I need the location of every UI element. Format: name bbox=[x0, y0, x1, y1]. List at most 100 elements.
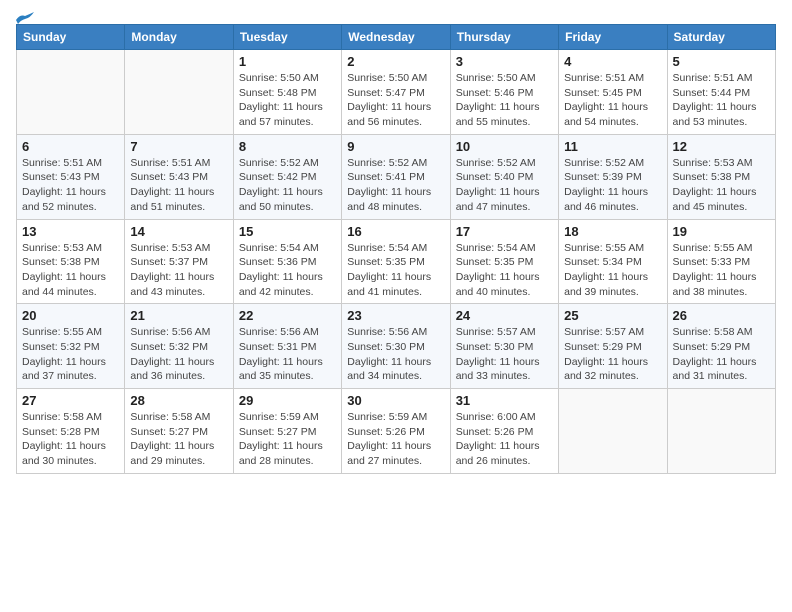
calendar-cell: 8 Sunrise: 5:52 AM Sunset: 5:42 PM Daylig… bbox=[233, 134, 341, 219]
calendar-cell: 10 Sunrise: 5:52 AM Sunset: 5:40 PM Dayli… bbox=[450, 134, 558, 219]
day-number: 29 bbox=[239, 393, 336, 408]
day-number: 7 bbox=[130, 139, 227, 154]
column-header-wednesday: Wednesday bbox=[342, 25, 450, 50]
day-number: 31 bbox=[456, 393, 553, 408]
day-number: 15 bbox=[239, 224, 336, 239]
day-number: 16 bbox=[347, 224, 444, 239]
day-number: 6 bbox=[22, 139, 119, 154]
calendar-cell: 25 Sunrise: 5:57 AM Sunset: 5:29 PM Dayli… bbox=[559, 304, 667, 389]
day-number: 21 bbox=[130, 308, 227, 323]
day-info: Sunrise: 5:53 AM Sunset: 5:38 PM Dayligh… bbox=[673, 156, 770, 215]
day-info: Sunrise: 5:54 AM Sunset: 5:35 PM Dayligh… bbox=[347, 241, 444, 300]
calendar-cell: 21 Sunrise: 5:56 AM Sunset: 5:32 PM Dayli… bbox=[125, 304, 233, 389]
calendar-cell: 15 Sunrise: 5:54 AM Sunset: 5:36 PM Dayli… bbox=[233, 219, 341, 304]
calendar-cell: 29Sunrise: 5:59 AM Sunset: 5:27 PM Dayli… bbox=[233, 389, 341, 474]
calendar-cell: 9 Sunrise: 5:52 AM Sunset: 5:41 PM Daylig… bbox=[342, 134, 450, 219]
day-info: Sunrise: 5:52 AM Sunset: 5:41 PM Dayligh… bbox=[347, 156, 444, 215]
calendar-cell: 11 Sunrise: 5:52 AM Sunset: 5:39 PM Dayli… bbox=[559, 134, 667, 219]
calendar-cell: 14 Sunrise: 5:53 AM Sunset: 5:37 PM Dayli… bbox=[125, 219, 233, 304]
day-number: 3 bbox=[456, 54, 553, 69]
calendar-cell bbox=[559, 389, 667, 474]
day-info: Sunrise: 5:55 AM Sunset: 5:33 PM Dayligh… bbox=[673, 241, 770, 300]
day-info: Sunrise: 5:52 AM Sunset: 5:39 PM Dayligh… bbox=[564, 156, 661, 215]
calendar-cell: 2Sunrise: 5:50 AM Sunset: 5:47 PM Daylig… bbox=[342, 50, 450, 135]
day-info: Sunrise: 5:59 AM Sunset: 5:26 PM Dayligh… bbox=[347, 410, 444, 469]
day-info: Sunrise: 5:50 AM Sunset: 5:48 PM Dayligh… bbox=[239, 71, 336, 130]
day-info: Sunrise: 5:56 AM Sunset: 5:31 PM Dayligh… bbox=[239, 325, 336, 384]
day-info: Sunrise: 5:52 AM Sunset: 5:42 PM Dayligh… bbox=[239, 156, 336, 215]
column-header-saturday: Saturday bbox=[667, 25, 775, 50]
calendar-cell bbox=[125, 50, 233, 135]
calendar-cell: 27Sunrise: 5:58 AM Sunset: 5:28 PM Dayli… bbox=[17, 389, 125, 474]
day-info: Sunrise: 5:51 AM Sunset: 5:43 PM Dayligh… bbox=[130, 156, 227, 215]
calendar-cell: 22 Sunrise: 5:56 AM Sunset: 5:31 PM Dayli… bbox=[233, 304, 341, 389]
day-number: 23 bbox=[347, 308, 444, 323]
calendar-cell: 3 Sunrise: 5:50 AM Sunset: 5:46 PM Daylig… bbox=[450, 50, 558, 135]
day-number: 17 bbox=[456, 224, 553, 239]
day-info: Sunrise: 5:53 AM Sunset: 5:37 PM Dayligh… bbox=[130, 241, 227, 300]
day-info: Sunrise: 5:53 AM Sunset: 5:38 PM Dayligh… bbox=[22, 241, 119, 300]
calendar-cell: 24Sunrise: 5:57 AM Sunset: 5:30 PM Dayli… bbox=[450, 304, 558, 389]
day-info: Sunrise: 5:52 AM Sunset: 5:40 PM Dayligh… bbox=[456, 156, 553, 215]
day-info: Sunrise: 5:51 AM Sunset: 5:43 PM Dayligh… bbox=[22, 156, 119, 215]
calendar-week-5: 27Sunrise: 5:58 AM Sunset: 5:28 PM Dayli… bbox=[17, 389, 776, 474]
day-number: 8 bbox=[239, 139, 336, 154]
column-header-thursday: Thursday bbox=[450, 25, 558, 50]
day-number: 20 bbox=[22, 308, 119, 323]
day-number: 22 bbox=[239, 308, 336, 323]
day-number: 12 bbox=[673, 139, 770, 154]
calendar-week-3: 13 Sunrise: 5:53 AM Sunset: 5:38 PM Dayli… bbox=[17, 219, 776, 304]
day-info: Sunrise: 5:51 AM Sunset: 5:45 PM Dayligh… bbox=[564, 71, 661, 130]
calendar-cell: 20 Sunrise: 5:55 AM Sunset: 5:32 PM Dayli… bbox=[17, 304, 125, 389]
calendar-table: SundayMondayTuesdayWednesdayThursdayFrid… bbox=[16, 24, 776, 474]
day-number: 26 bbox=[673, 308, 770, 323]
calendar-cell: 23Sunrise: 5:56 AM Sunset: 5:30 PM Dayli… bbox=[342, 304, 450, 389]
calendar-week-2: 6 Sunrise: 5:51 AM Sunset: 5:43 PM Daylig… bbox=[17, 134, 776, 219]
day-number: 30 bbox=[347, 393, 444, 408]
day-number: 27 bbox=[22, 393, 119, 408]
day-info: Sunrise: 5:58 AM Sunset: 5:29 PM Dayligh… bbox=[673, 325, 770, 384]
day-number: 25 bbox=[564, 308, 661, 323]
day-number: 10 bbox=[456, 139, 553, 154]
calendar-cell: 5Sunrise: 5:51 AM Sunset: 5:44 PM Daylig… bbox=[667, 50, 775, 135]
calendar-cell: 18Sunrise: 5:55 AM Sunset: 5:34 PM Dayli… bbox=[559, 219, 667, 304]
day-number: 9 bbox=[347, 139, 444, 154]
calendar-cell: 28 Sunrise: 5:58 AM Sunset: 5:27 PM Dayli… bbox=[125, 389, 233, 474]
calendar-cell: 26 Sunrise: 5:58 AM Sunset: 5:29 PM Dayli… bbox=[667, 304, 775, 389]
day-number: 1 bbox=[239, 54, 336, 69]
day-number: 28 bbox=[130, 393, 227, 408]
day-number: 13 bbox=[22, 224, 119, 239]
calendar-cell: 16 Sunrise: 5:54 AM Sunset: 5:35 PM Dayli… bbox=[342, 219, 450, 304]
day-number: 4 bbox=[564, 54, 661, 69]
day-number: 14 bbox=[130, 224, 227, 239]
day-number: 24 bbox=[456, 308, 553, 323]
calendar-cell bbox=[667, 389, 775, 474]
day-info: Sunrise: 5:55 AM Sunset: 5:34 PM Dayligh… bbox=[564, 241, 661, 300]
day-info: Sunrise: 5:55 AM Sunset: 5:32 PM Dayligh… bbox=[22, 325, 119, 384]
calendar-cell: 31 Sunrise: 6:00 AM Sunset: 5:26 PM Dayli… bbox=[450, 389, 558, 474]
column-header-friday: Friday bbox=[559, 25, 667, 50]
day-info: Sunrise: 5:57 AM Sunset: 5:29 PM Dayligh… bbox=[564, 325, 661, 384]
day-info: Sunrise: 5:51 AM Sunset: 5:44 PM Dayligh… bbox=[673, 71, 770, 130]
calendar-header-row: SundayMondayTuesdayWednesdayThursdayFrid… bbox=[17, 25, 776, 50]
day-info: Sunrise: 5:54 AM Sunset: 5:36 PM Dayligh… bbox=[239, 241, 336, 300]
day-number: 2 bbox=[347, 54, 444, 69]
day-number: 11 bbox=[564, 139, 661, 154]
calendar-cell: 7 Sunrise: 5:51 AM Sunset: 5:43 PM Daylig… bbox=[125, 134, 233, 219]
day-info: Sunrise: 5:54 AM Sunset: 5:35 PM Dayligh… bbox=[456, 241, 553, 300]
calendar-cell: 6 Sunrise: 5:51 AM Sunset: 5:43 PM Daylig… bbox=[17, 134, 125, 219]
column-header-monday: Monday bbox=[125, 25, 233, 50]
day-info: Sunrise: 5:56 AM Sunset: 5:32 PM Dayligh… bbox=[130, 325, 227, 384]
day-info: Sunrise: 5:58 AM Sunset: 5:27 PM Dayligh… bbox=[130, 410, 227, 469]
calendar-cell bbox=[17, 50, 125, 135]
day-number: 19 bbox=[673, 224, 770, 239]
calendar-week-1: 1 Sunrise: 5:50 AM Sunset: 5:48 PM Daylig… bbox=[17, 50, 776, 135]
day-info: Sunrise: 6:00 AM Sunset: 5:26 PM Dayligh… bbox=[456, 410, 553, 469]
calendar-week-4: 20 Sunrise: 5:55 AM Sunset: 5:32 PM Dayli… bbox=[17, 304, 776, 389]
logo-bird-icon bbox=[16, 12, 34, 26]
calendar-cell: 12 Sunrise: 5:53 AM Sunset: 5:38 PM Dayli… bbox=[667, 134, 775, 219]
calendar-cell: 1 Sunrise: 5:50 AM Sunset: 5:48 PM Daylig… bbox=[233, 50, 341, 135]
calendar-cell: 17 Sunrise: 5:54 AM Sunset: 5:35 PM Dayli… bbox=[450, 219, 558, 304]
calendar-cell: 19 Sunrise: 5:55 AM Sunset: 5:33 PM Dayli… bbox=[667, 219, 775, 304]
day-info: Sunrise: 5:50 AM Sunset: 5:46 PM Dayligh… bbox=[456, 71, 553, 130]
